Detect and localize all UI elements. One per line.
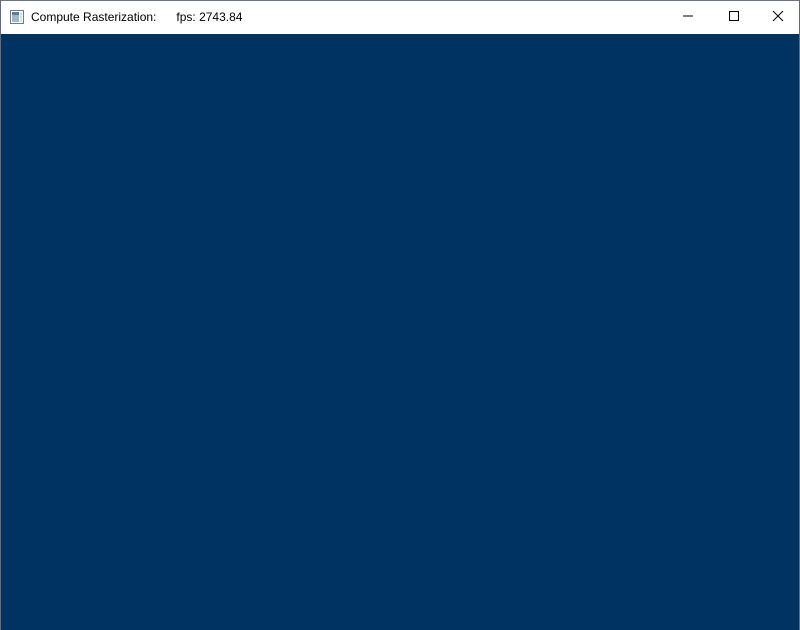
maximize-icon	[728, 9, 740, 27]
close-icon	[772, 9, 784, 27]
app-window: Compute Rasterization: fps: 2743.84	[0, 0, 800, 630]
window-title: Compute Rasterization: fps: 2743.84	[31, 10, 243, 24]
close-button[interactable]	[755, 1, 800, 34]
title-bar[interactable]: Compute Rasterization: fps: 2743.84	[1, 1, 799, 34]
maximize-button[interactable]	[711, 1, 757, 34]
app-window-icon[interactable]	[10, 10, 24, 24]
minimize-icon	[682, 9, 694, 27]
minimize-button[interactable]	[665, 1, 711, 34]
render-canvas[interactable]	[1, 34, 799, 630]
